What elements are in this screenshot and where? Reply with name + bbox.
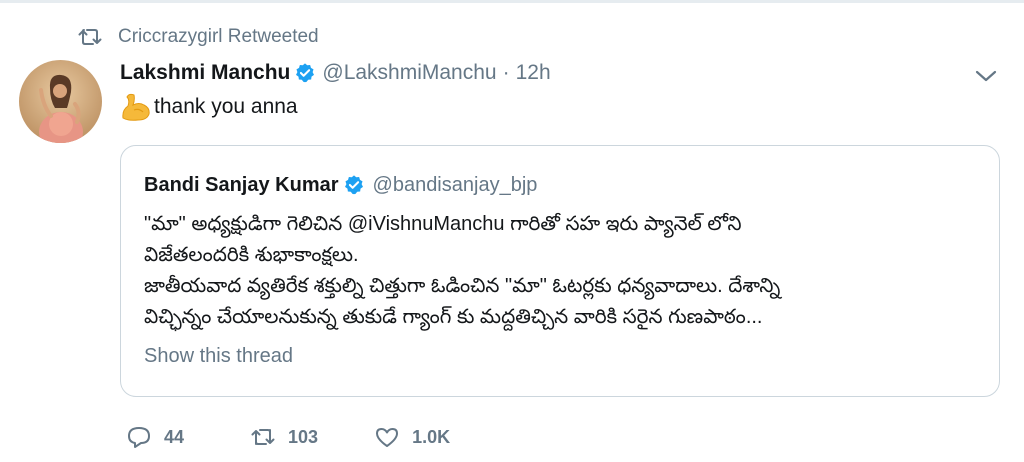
author-handle[interactable]: @LakshmiManchu	[322, 61, 496, 85]
show-thread-link[interactable]: Show this thread	[144, 345, 293, 368]
retweet-count: 103	[288, 426, 319, 447]
reply-button[interactable]: 44	[126, 425, 184, 449]
verified-badge-icon	[344, 175, 363, 195]
quoted-author-handle[interactable]: @bandisanjay_bjp	[373, 174, 538, 197]
author-name[interactable]: Lakshmi Manchu	[120, 61, 290, 85]
tweet-actions: 44 103 1.0K	[126, 422, 450, 452]
quoted-author-name[interactable]: Bandi Sanjay Kumar	[144, 174, 339, 197]
quoted-text-line: జాతీయవాద వ్యతిరేక శక్తుల్ని చిత్తుగా ఓడి…	[144, 275, 781, 297]
reply-count: 44	[164, 426, 185, 447]
retweet-context: Criccrazygirl Retweeted	[78, 26, 319, 48]
avatar[interactable]	[19, 60, 102, 143]
like-count: 1.0K	[412, 426, 451, 447]
quoted-text-line: "మా" అధ్యక్షుడిగా గెలిచిన @iVishnuManchu…	[144, 213, 742, 235]
tweet-text: thank you anna	[154, 95, 298, 118]
quoted-tweet-header: Bandi Sanjay Kumar @bandisanjay_bjp	[144, 171, 537, 199]
retweet-button[interactable]: 103	[250, 425, 318, 449]
like-button[interactable]: 1.0K	[374, 425, 450, 449]
verified-badge-icon	[296, 63, 315, 83]
tweet-timestamp[interactable]: 12h	[516, 61, 551, 85]
reply-icon	[128, 427, 150, 448]
retweet-icon	[78, 29, 102, 45]
quoted-text-line: విజేతలందరికి శుభాకాంక్షలు.	[144, 244, 359, 266]
flexed-biceps-emoji	[122, 93, 150, 121]
top-divider	[0, 0, 1024, 3]
retweet-icon	[251, 429, 275, 445]
chevron-down-icon[interactable]	[973, 66, 999, 86]
quoted-tweet-text: "మా" అధ్యక్షుడిగా గెలిచిన @iVishnuManchu…	[144, 209, 984, 333]
separator-dot: ·	[502, 61, 510, 84]
quoted-tweet-card[interactable]: Bandi Sanjay Kumar @bandisanjay_bjp "మా"…	[120, 145, 1000, 397]
tweet-header: Lakshmi Manchu @LakshmiManchu · 12h	[120, 59, 551, 87]
heart-icon	[376, 428, 399, 447]
tweet-body: thank you anna	[120, 92, 298, 122]
retweet-label[interactable]: Criccrazygirl Retweeted	[118, 26, 319, 48]
quoted-text-line: విచ్ఛిన్నం చేయాలనుకున్న తుకుడే గ్యాంగ్ క…	[144, 306, 763, 328]
